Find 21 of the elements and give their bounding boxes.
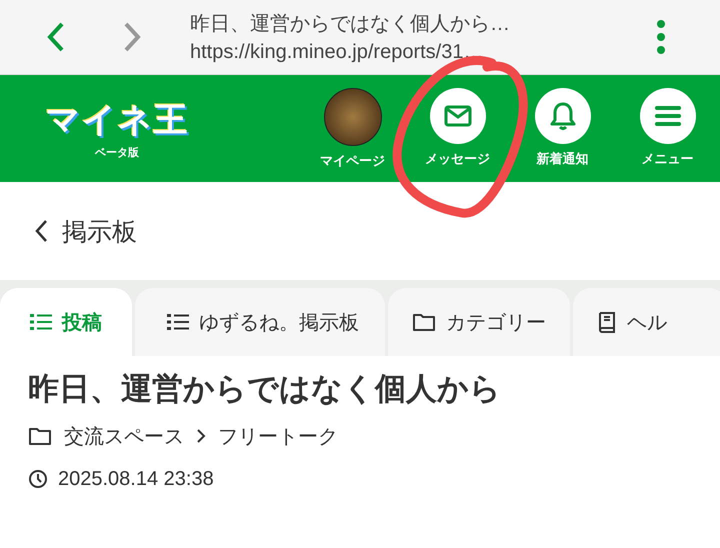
tab[interactable]: カテゴリー: [388, 288, 570, 356]
back-link[interactable]: 掲示板: [34, 214, 137, 248]
list-icon: [167, 313, 189, 331]
folder-icon: [412, 312, 436, 332]
category-link[interactable]: 交流スペース: [64, 422, 184, 450]
post-title: 昨日、運営からではなく個人から: [28, 370, 502, 409]
more-vertical-icon: [656, 19, 666, 55]
clock-icon: [28, 469, 48, 489]
tab[interactable]: ゆずるね。掲示板: [135, 288, 385, 356]
mail-icon: [430, 88, 486, 144]
chevron-icon: [196, 428, 206, 444]
tab[interactable]: ヘル: [573, 288, 720, 356]
subcategory-link[interactable]: フリートーク: [218, 422, 338, 450]
list-icon: [30, 313, 52, 331]
chevron-left-icon: [34, 219, 48, 243]
tab[interactable]: 投稿: [0, 288, 132, 356]
book-icon: [597, 311, 617, 333]
folder-icon: [28, 426, 52, 446]
post-date: 2025.08.14 23:38: [58, 468, 214, 490]
url-text[interactable]: https://king.mineo.jp/reports/31…: [190, 41, 646, 64]
page-title: 昨日、運営からではなく個人から…: [190, 12, 511, 37]
